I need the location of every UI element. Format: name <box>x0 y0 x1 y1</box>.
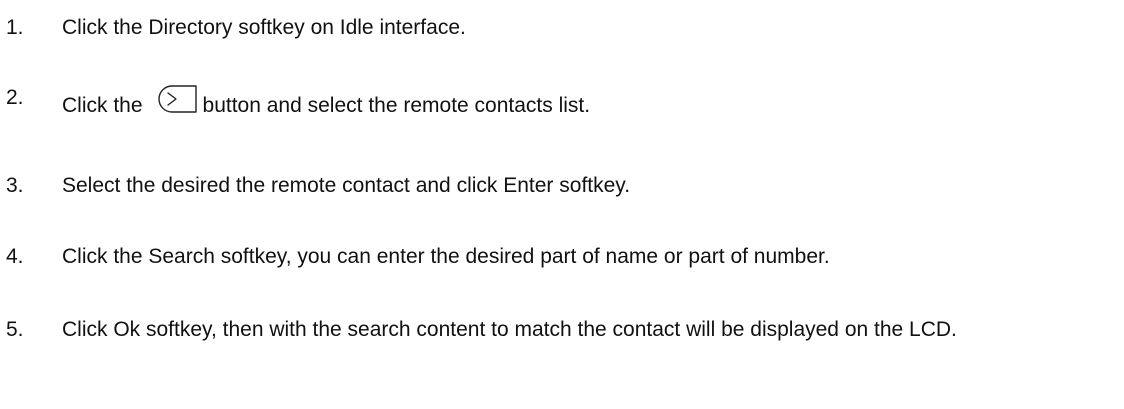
step-number: 2. <box>6 86 24 109</box>
step-text-after-icon: button and select the remote contacts li… <box>202 94 591 117</box>
step-number: 3. <box>6 174 24 197</box>
step-text: Select the desired the remote contact an… <box>62 174 631 197</box>
step-text: Click Ok softkey, then with the search c… <box>62 318 957 341</box>
step-number: 1. <box>6 16 24 39</box>
step-text: Click the Search softkey, you can enter … <box>62 245 830 268</box>
step-number: 4. <box>6 245 24 268</box>
step-4: 4. Click the Search softkey, you can ent… <box>0 243 1124 271</box>
next-arrow-button-icon <box>151 84 197 114</box>
step-5: 5. Click Ok softkey, then with the searc… <box>0 316 1124 344</box>
step-1: 1. Click the Directory softkey on Idle i… <box>0 14 1124 42</box>
step-text-before-icon: Click the <box>62 94 143 117</box>
step-3: 3. Select the desired the remote contact… <box>0 172 1124 200</box>
step-text: Click the button and select the remote co… <box>62 84 1110 120</box>
step-2: 2. Click the button and select the remote… <box>0 84 1124 120</box>
step-text: Click the Directory softkey on Idle inte… <box>62 16 466 39</box>
step-number: 5. <box>6 318 24 341</box>
